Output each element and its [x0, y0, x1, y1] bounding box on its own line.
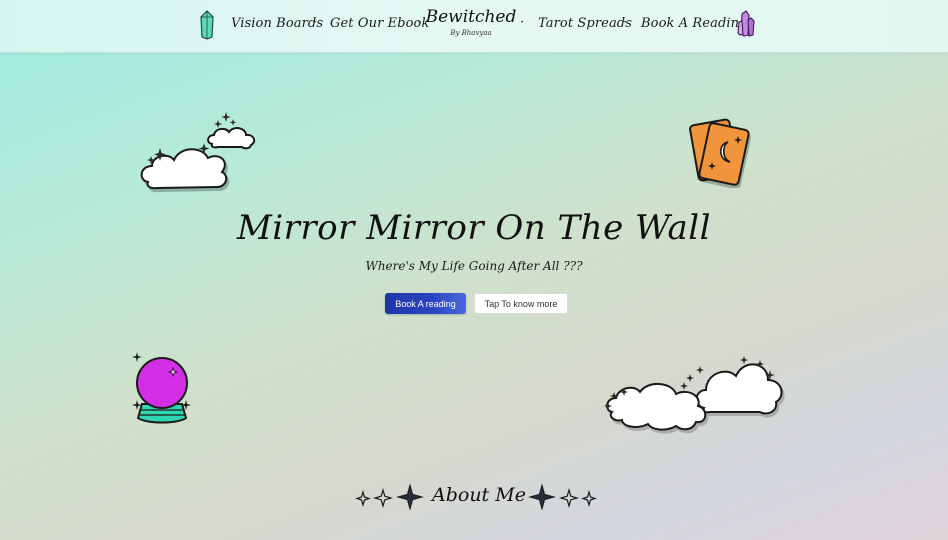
- navbar: Vision Boards · Get Our Ebook · Bewitche…: [0, 0, 948, 53]
- about-heading: About Me: [355, 482, 597, 512]
- nav-separator: ·: [623, 15, 628, 30]
- nav-link-book-a-reading[interactable]: Book A Reading: [641, 16, 748, 31]
- green-crystal-icon: [200, 10, 214, 40]
- nav-separator: ·: [313, 15, 318, 30]
- nav-separator: ·: [520, 15, 525, 30]
- brand-title: Bewitched: [425, 7, 517, 27]
- book-reading-button[interactable]: Book A reading: [385, 293, 466, 314]
- tarot-cards-icon: [689, 118, 750, 186]
- know-more-button[interactable]: Tap To know more: [474, 293, 568, 314]
- hero-title: Mirror Mirror On The Wall: [236, 208, 712, 248]
- purple-crystal-icon: [737, 10, 755, 37]
- sparkle-icon: [528, 484, 597, 510]
- crystal-ball-icon: [132, 352, 191, 424]
- sparkle-icon: [355, 484, 424, 510]
- cloud-icon: [604, 356, 783, 431]
- hero-subtitle: Where's My Life Going After All ???: [365, 259, 583, 273]
- nav-link-tarot-spreads[interactable]: Tarot Spreads: [538, 16, 632, 31]
- nav-link-get-our-ebook[interactable]: Get Our Ebook: [330, 16, 429, 31]
- brand-logo[interactable]: Bewitched By Bhavyaa: [420, 7, 522, 38]
- brand-subtitle: By Bhavyaa: [450, 29, 492, 37]
- about-title: About Me: [432, 484, 526, 506]
- nav-link-vision-boards[interactable]: Vision Boards: [231, 16, 323, 31]
- cloud-icon: [140, 112, 256, 190]
